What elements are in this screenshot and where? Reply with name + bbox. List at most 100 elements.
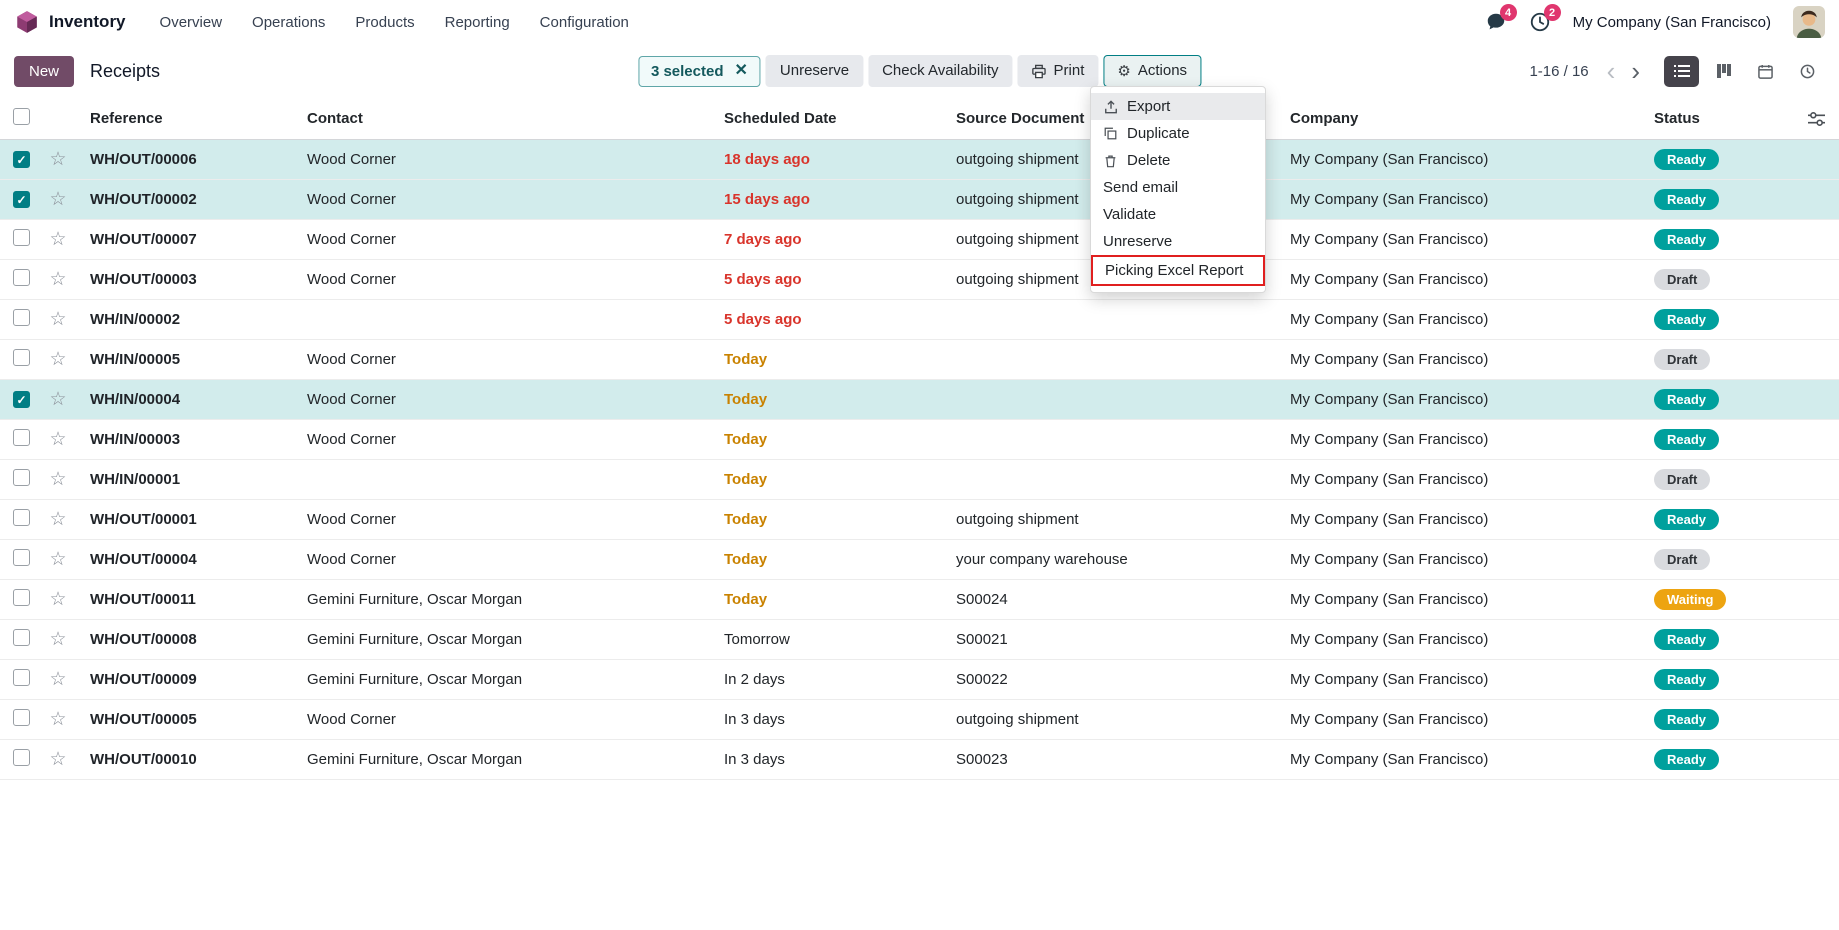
menu-item-picking-excel-report[interactable]: Picking Excel Report: [1091, 255, 1265, 286]
row-checkbox[interactable]: [13, 629, 30, 646]
table-row[interactable]: ☆ WH/OUT/00003 Wood Corner 5 days ago ou…: [0, 260, 1839, 300]
row-checkbox[interactable]: [13, 151, 30, 168]
star-icon[interactable]: ☆: [49, 189, 66, 210]
company-cell: My Company (San Francisco): [1278, 191, 1642, 208]
row-checkbox[interactable]: [13, 589, 30, 606]
company-cell: My Company (San Francisco): [1278, 511, 1642, 528]
status-badge: Ready: [1654, 669, 1719, 690]
activities-button[interactable]: 2: [1529, 11, 1551, 33]
table-row[interactable]: ☆ WH/IN/00003 Wood Corner Today My Compa…: [0, 420, 1839, 460]
contact-cell: Gemini Furniture, Oscar Morgan: [295, 751, 712, 768]
table-row[interactable]: ☆ WH/IN/00005 Wood Corner Today My Compa…: [0, 340, 1839, 380]
row-checkbox[interactable]: [13, 391, 30, 408]
contact-cell: Gemini Furniture, Oscar Morgan: [295, 591, 712, 608]
table-row[interactable]: ☆ WH/OUT/00008 Gemini Furniture, Oscar M…: [0, 620, 1839, 660]
scheduled-date-cell: 5 days ago: [712, 311, 944, 328]
table-row[interactable]: ☆ WH/IN/00004 Wood Corner Today My Compa…: [0, 380, 1839, 420]
actions-button[interactable]: ⚙ Actions: [1103, 55, 1201, 88]
check-availability-button[interactable]: Check Availability: [868, 55, 1012, 88]
source-document-cell: S00022: [944, 671, 1278, 688]
unreserve-button[interactable]: Unreserve: [766, 55, 863, 88]
column-header-company[interactable]: Company: [1278, 110, 1642, 127]
row-checkbox[interactable]: [13, 709, 30, 726]
star-icon[interactable]: ☆: [49, 549, 66, 570]
star-icon[interactable]: ☆: [49, 269, 66, 290]
pager-next-icon[interactable]: ›: [1623, 58, 1648, 84]
table-row[interactable]: ☆ WH/OUT/00001 Wood Corner Today outgoin…: [0, 500, 1839, 540]
nav-item-reporting[interactable]: Reporting: [445, 14, 510, 31]
pager-previous-icon[interactable]: ‹: [1599, 58, 1624, 84]
row-checkbox[interactable]: [13, 349, 30, 366]
table-row[interactable]: ☆ WH/OUT/00006 Wood Corner 18 days ago o…: [0, 140, 1839, 180]
star-icon[interactable]: ☆: [49, 709, 66, 730]
table-row[interactable]: ☆ WH/OUT/00007 Wood Corner 7 days ago ou…: [0, 220, 1839, 260]
table-row[interactable]: ☆ WH/IN/00001 Today My Company (San Fran…: [0, 460, 1839, 500]
row-checkbox[interactable]: [13, 749, 30, 766]
kanban-view-icon[interactable]: [1706, 56, 1741, 87]
star-icon[interactable]: ☆: [49, 309, 66, 330]
row-checkbox[interactable]: [13, 549, 30, 566]
column-header-reference[interactable]: Reference: [78, 110, 295, 127]
reference-cell: WH/IN/00001: [78, 471, 295, 488]
menu-item-send-email[interactable]: Send email: [1091, 174, 1265, 201]
table-row[interactable]: ☆ WH/OUT/00011 Gemini Furniture, Oscar M…: [0, 580, 1839, 620]
new-button[interactable]: New: [14, 56, 74, 87]
scheduled-date-cell: Today: [712, 391, 944, 408]
star-icon[interactable]: ☆: [49, 749, 66, 770]
table-row[interactable]: ☆ WH/IN/00002 5 days ago My Company (San…: [0, 300, 1839, 340]
adjust-columns-icon[interactable]: [1808, 111, 1825, 126]
table-row[interactable]: ☆ WH/OUT/00010 Gemini Furniture, Oscar M…: [0, 740, 1839, 780]
reference-cell: WH/OUT/00003: [78, 271, 295, 288]
source-document-cell: S00023: [944, 751, 1278, 768]
row-checkbox[interactable]: [13, 669, 30, 686]
nav-item-operations[interactable]: Operations: [252, 14, 325, 31]
star-icon[interactable]: ☆: [49, 349, 66, 370]
table-row[interactable]: ☆ WH/OUT/00004 Wood Corner Today your co…: [0, 540, 1839, 580]
row-checkbox[interactable]: [13, 309, 30, 326]
star-icon[interactable]: ☆: [49, 149, 66, 170]
row-checkbox[interactable]: [13, 269, 30, 286]
messages-button[interactable]: 4: [1485, 11, 1507, 33]
print-button[interactable]: Print: [1018, 55, 1099, 88]
list-view-icon[interactable]: [1664, 56, 1699, 87]
company-cell: My Company (San Francisco): [1278, 591, 1642, 608]
company-switcher[interactable]: My Company (San Francisco): [1573, 14, 1771, 31]
nav-item-overview[interactable]: Overview: [160, 14, 223, 31]
row-checkbox[interactable]: [13, 429, 30, 446]
star-icon[interactable]: ☆: [49, 589, 66, 610]
row-checkbox[interactable]: [13, 509, 30, 526]
select-all-checkbox[interactable]: [13, 108, 30, 125]
message-count-badge: 4: [1500, 4, 1517, 21]
star-icon[interactable]: ☆: [49, 229, 66, 250]
star-icon[interactable]: ☆: [49, 389, 66, 410]
menu-item-validate[interactable]: Validate: [1091, 201, 1265, 228]
calendar-view-icon[interactable]: [1748, 56, 1783, 87]
user-avatar[interactable]: [1793, 6, 1825, 38]
star-icon[interactable]: ☆: [49, 429, 66, 450]
company-cell: My Company (San Francisco): [1278, 631, 1642, 648]
table-row[interactable]: ☆ WH/OUT/00002 Wood Corner 15 days ago o…: [0, 180, 1839, 220]
app-switcher[interactable]: Inventory: [14, 9, 126, 35]
nav-item-configuration[interactable]: Configuration: [540, 14, 629, 31]
column-header-contact[interactable]: Contact: [295, 110, 712, 127]
menu-item-duplicate[interactable]: Duplicate: [1091, 120, 1265, 147]
menu-item-export[interactable]: Export: [1091, 93, 1265, 120]
star-icon[interactable]: ☆: [49, 629, 66, 650]
star-icon[interactable]: ☆: [49, 669, 66, 690]
star-icon[interactable]: ☆: [49, 469, 66, 490]
reference-cell: WH/IN/00004: [78, 391, 295, 408]
star-icon[interactable]: ☆: [49, 509, 66, 530]
table-row[interactable]: ☆ WH/OUT/00009 Gemini Furniture, Oscar M…: [0, 660, 1839, 700]
menu-item-unreserve[interactable]: Unreserve: [1091, 228, 1265, 255]
menu-item-delete[interactable]: Delete: [1091, 147, 1265, 174]
clear-selection-icon[interactable]: ✕: [734, 63, 747, 79]
row-checkbox[interactable]: [13, 229, 30, 246]
column-header-scheduled-date[interactable]: Scheduled Date: [712, 110, 944, 127]
nav-item-products[interactable]: Products: [355, 14, 414, 31]
scheduled-date-cell: In 2 days: [712, 671, 944, 688]
row-checkbox[interactable]: [13, 191, 30, 208]
table-row[interactable]: ☆ WH/OUT/00005 Wood Corner In 3 days out…: [0, 700, 1839, 740]
activity-view-icon[interactable]: [1790, 56, 1825, 87]
row-checkbox[interactable]: [13, 469, 30, 486]
contact-cell: Wood Corner: [295, 151, 712, 168]
